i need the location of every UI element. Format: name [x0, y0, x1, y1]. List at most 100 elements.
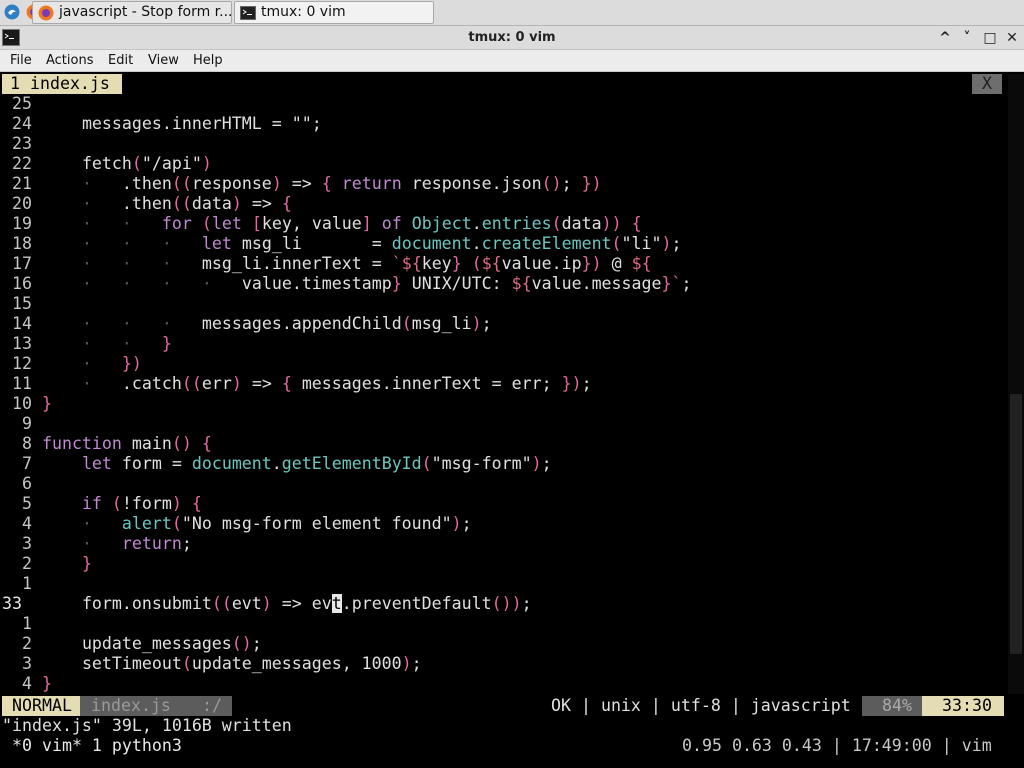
code-line[interactable]: 22 fetch("/api")	[2, 154, 212, 174]
line-number: 13	[2, 334, 42, 353]
line-text: }	[41, 674, 52, 693]
code-line[interactable]: 13 · · }	[2, 334, 172, 354]
maximize-button[interactable]: ˅	[956, 26, 978, 50]
line-number: 19	[2, 214, 42, 233]
mode-indicator: NORMAL	[2, 696, 80, 716]
cursor: t	[331, 594, 342, 613]
vim-message: "index.js" 39L, 1016B written	[2, 716, 292, 735]
code-line[interactable]: 15	[2, 294, 42, 314]
status-filename: index.js	[80, 696, 178, 716]
task-button-terminal[interactable]: tmux: 0 vim	[234, 1, 434, 24]
indent-guides	[42, 494, 82, 513]
indent-guides: ·	[81, 514, 92, 533]
code-line[interactable]: 21 · .then((response) => { return respon…	[2, 174, 602, 194]
minimize-button[interactable]: ^	[934, 26, 956, 50]
code-line[interactable]: 5 if (!form) {	[2, 494, 202, 514]
line-number: 3	[2, 654, 42, 673]
line-number: 7	[2, 454, 42, 473]
line-text: function main() {	[41, 434, 212, 453]
menu-help[interactable]: Help	[193, 50, 223, 72]
line-text: if (!form) {	[81, 494, 202, 513]
code-line[interactable]: 1	[2, 574, 42, 594]
line-text: .catch((err) => { messages.innerText = e…	[121, 374, 592, 393]
code-line[interactable]: 7 let form = document.getElementById("ms…	[2, 454, 552, 474]
tmux-windows[interactable]: *0 vim* 1 python3	[12, 736, 182, 756]
code-line[interactable]: 18 · · · let msg_li = document.createEle…	[2, 234, 682, 254]
line-number: 21	[2, 174, 42, 193]
code-line[interactable]: 4 · alert("No msg-form element found");	[2, 514, 472, 534]
code-line[interactable]: 25	[2, 94, 42, 114]
line-number: 1	[2, 614, 42, 633]
code-line[interactable]: 24 messages.innerHTML = "";	[2, 114, 322, 134]
line-number: 4	[2, 514, 42, 533]
task-button-firefox[interactable]: javascript - Stop form r...	[32, 1, 232, 24]
line-text: }	[161, 334, 172, 353]
code-line[interactable]: 16 · · · · value.timestamp} UNIX/UTC: ${…	[2, 274, 692, 294]
close-button[interactable]: ✕	[1001, 26, 1023, 50]
menu-view[interactable]: View	[148, 50, 179, 72]
window-titlebar[interactable]: tmux: 0 vim ^ ˅ □ ✕	[0, 26, 1024, 50]
line-number: 23	[2, 134, 42, 153]
vim-tab-label: 1 index.js	[10, 74, 110, 93]
line-text: value.timestamp} UNIX/UTC: ${value.messa…	[241, 274, 692, 293]
indent-guides	[42, 554, 82, 573]
indent-guides	[42, 154, 82, 173]
code-line[interactable]: 4 }	[2, 674, 52, 694]
line-number: 33	[2, 594, 42, 613]
app-menu-icon[interactable]	[4, 4, 20, 20]
line-number: 5	[2, 494, 42, 513]
code-line[interactable]: 20 · .then((data) => {	[2, 194, 292, 214]
code-line[interactable]: 9	[2, 414, 42, 434]
code-line[interactable]: 6	[2, 474, 42, 494]
indent-guides	[42, 594, 82, 613]
code-line[interactable]: 10 }	[2, 394, 52, 414]
indent-guides: ·	[81, 194, 92, 213]
line-text: setTimeout(update_messages, 1000);	[81, 654, 422, 673]
scrollbar[interactable]	[1008, 74, 1024, 694]
code-line[interactable]: 33 form.onsubmit((evt) => evt.preventDef…	[2, 594, 532, 614]
code-line[interactable]: 23	[2, 134, 42, 154]
code-line[interactable]: 3 · return;	[2, 534, 192, 554]
vim-tab[interactable]: 1 index.js	[2, 74, 122, 94]
line-number: 3	[2, 534, 42, 553]
line-number: 10	[2, 394, 42, 413]
code-line[interactable]: 2 update_messages();	[2, 634, 262, 654]
code-line[interactable]: 12 · })	[2, 354, 142, 374]
task-label: javascript - Stop form r...	[59, 4, 232, 20]
scrollbar-thumb[interactable]	[1010, 394, 1022, 654]
restore-button[interactable]: □	[979, 26, 1001, 50]
indent-guides: · · ·	[81, 314, 172, 333]
code-line[interactable]: 19 · · for (let [key, value] of Object.e…	[2, 214, 642, 234]
line-text: for (let [key, value] of Object.entries(…	[161, 214, 642, 233]
indent-guides	[42, 654, 82, 673]
code-line[interactable]: 2 }	[2, 554, 92, 574]
vim-tab-close[interactable]: X	[972, 74, 1002, 94]
line-number: 2	[2, 634, 42, 653]
menu-edit[interactable]: Edit	[108, 50, 133, 72]
menu-file[interactable]: File	[10, 50, 32, 72]
line-text: fetch("/api")	[81, 154, 212, 173]
indent-guides	[42, 114, 82, 133]
code-line[interactable]: 17 · · · msg_li.innerText = `${key} (${v…	[2, 254, 652, 274]
indent-guides: ·	[81, 354, 92, 373]
code-line[interactable]: 8 function main() {	[2, 434, 212, 454]
menu-actions[interactable]: Actions	[46, 50, 94, 72]
line-number: 22	[2, 154, 42, 173]
code-line[interactable]: 1	[2, 614, 42, 634]
line-number: 4	[2, 674, 42, 693]
terminal[interactable]: 1 index.js X 25 24 messages.innerHTML = …	[0, 72, 1024, 768]
code-line[interactable]: 3 setTimeout(update_messages, 1000);	[2, 654, 422, 674]
code-line[interactable]: 14 · · · messages.appendChild(msg_li);	[2, 314, 492, 334]
window-title: tmux: 0 vim	[468, 30, 556, 45]
line-number: 11	[2, 374, 42, 393]
line-number: 25	[2, 94, 42, 113]
code-line[interactable]: 11 · .catch((err) => { messages.innerTex…	[2, 374, 592, 394]
line-number: 18	[2, 234, 42, 253]
tmux-status-right: 0.95 0.63 0.43 | 17:49:00 | vim	[682, 736, 992, 755]
line-number: 12	[2, 354, 42, 373]
indent-guides: · · ·	[81, 234, 172, 253]
line-number: 14	[2, 314, 42, 333]
line-number: 8	[2, 434, 42, 453]
status-percent: 84%	[862, 696, 922, 716]
indent-guides	[42, 634, 82, 653]
